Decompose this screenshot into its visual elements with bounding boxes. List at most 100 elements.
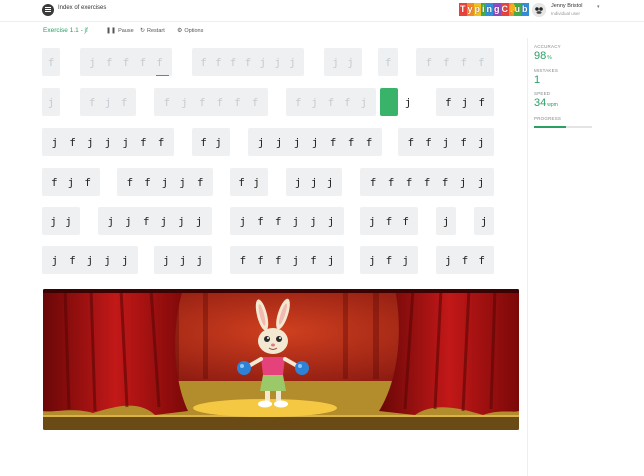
restart-button[interactable]: ↻ Restart [140, 27, 165, 35]
word-char: f [402, 214, 409, 228]
word-char: f [139, 55, 147, 69]
word-done: ffff [416, 48, 494, 76]
word-char: f [88, 95, 96, 109]
logo-letter: p [473, 3, 482, 16]
word-char: f [251, 95, 259, 109]
word-todo: jjj [286, 168, 342, 196]
word-char: f [229, 55, 237, 69]
word-char: j [326, 175, 334, 189]
stats-panel: ACCURACY 98% MISTAKES 1 SPEED 34wpm PROG… [527, 38, 644, 476]
word-char: f [122, 55, 130, 69]
word-done: jj [324, 48, 362, 76]
word-char: f [384, 55, 392, 69]
word-char: f [142, 214, 150, 228]
chevron-down-icon[interactable]: ▾ [597, 4, 600, 10]
word-text: j [404, 95, 412, 109]
word-char: j [310, 214, 317, 228]
word-char: j [311, 135, 319, 149]
word-char: f [441, 175, 449, 189]
word-done: fjf [80, 88, 136, 116]
word-char: f [69, 135, 76, 149]
word-char: j [161, 175, 169, 189]
speed-label: SPEED [534, 91, 551, 96]
word-todo: jfjjj [42, 246, 138, 274]
word-char: f [257, 253, 264, 267]
word-char: j [65, 214, 72, 228]
options-label: Options [184, 27, 204, 34]
bunny-stage-image [43, 289, 519, 430]
word-char: f [157, 135, 165, 149]
logo-letter: n [485, 3, 494, 16]
word-todo: jj [42, 207, 80, 235]
word-char: f [126, 175, 134, 189]
word-char: j [360, 95, 368, 109]
word-char: j [104, 95, 112, 109]
speed-value: 34wpm [534, 97, 558, 109]
word-char: j [121, 253, 129, 267]
word-char: f [214, 55, 222, 69]
word-char: j [477, 135, 485, 149]
word-char: f [423, 175, 431, 189]
options-button[interactable]: ⚙ Options [177, 27, 204, 35]
word-char: j [293, 135, 301, 149]
mistakes-value: 1 [534, 74, 541, 86]
word-char: f [387, 175, 395, 189]
word-char: f [327, 95, 335, 109]
user-avatar[interactable] [532, 3, 546, 17]
word-char: f [234, 95, 241, 109]
word-char: f [477, 55, 485, 69]
word-char: f [105, 55, 113, 69]
word-current: j [398, 88, 418, 116]
restart-icon: ↻ [140, 28, 146, 34]
word-todo: jjj [154, 246, 212, 274]
stage-illustration [43, 289, 519, 430]
word-done: ffffjjj [192, 48, 304, 76]
word-char: j [89, 55, 96, 69]
word-char: f [84, 175, 91, 189]
word-char: j [86, 135, 94, 149]
bell-icon[interactable] [507, 3, 518, 14]
word-char: j [179, 253, 187, 267]
word-char: j [310, 175, 318, 189]
top-bar: Index of exercises TypingClub Jenny Bris… [0, 0, 644, 22]
word-char: f [257, 214, 264, 228]
word-todo: ffjjf [117, 168, 213, 196]
accuracy-number: 98 [534, 50, 547, 62]
word-char: j [50, 214, 57, 228]
word-done: j [42, 88, 60, 116]
word-char: f [120, 95, 128, 109]
word-char: j [294, 175, 302, 189]
index-menu-icon[interactable] [42, 4, 54, 16]
mistakes-label: MISTAKES [534, 68, 559, 73]
pause-button[interactable]: ❚❚ Pause [106, 27, 134, 35]
word-char: f [425, 135, 432, 149]
word-char: j [461, 95, 469, 109]
word-char: j [442, 214, 450, 228]
word-char: j [67, 175, 75, 189]
word-char: f [478, 95, 485, 109]
word-char: j [459, 175, 467, 189]
word-todo: fj [230, 168, 268, 196]
gear-icon: ⚙ [177, 28, 183, 34]
user-name[interactable]: Jenny Bristol [551, 3, 583, 9]
word-char: f [51, 175, 58, 189]
restart-label: Restart [147, 27, 165, 34]
word-char: f [140, 135, 147, 149]
word-done: f [42, 48, 60, 76]
word-char: j [442, 135, 450, 149]
index-of-exercises-link[interactable]: Index of exercises [58, 5, 106, 11]
word-char: j [107, 214, 115, 228]
word-todo: fffjfj [230, 246, 344, 274]
word-todo: jjfjjj [98, 207, 212, 235]
accuracy-unit: % [547, 55, 552, 61]
word-char: f [407, 135, 415, 149]
word-char: f [385, 253, 393, 267]
speed-number: 34 [534, 97, 547, 109]
word-char: j [215, 135, 222, 149]
word-char: f [460, 55, 468, 69]
word-char: f [294, 95, 302, 109]
word-char: f [198, 95, 206, 109]
word-char: f [69, 253, 76, 267]
word-char: f [239, 253, 247, 267]
typingclub-logo[interactable]: TypingClub [459, 3, 529, 16]
